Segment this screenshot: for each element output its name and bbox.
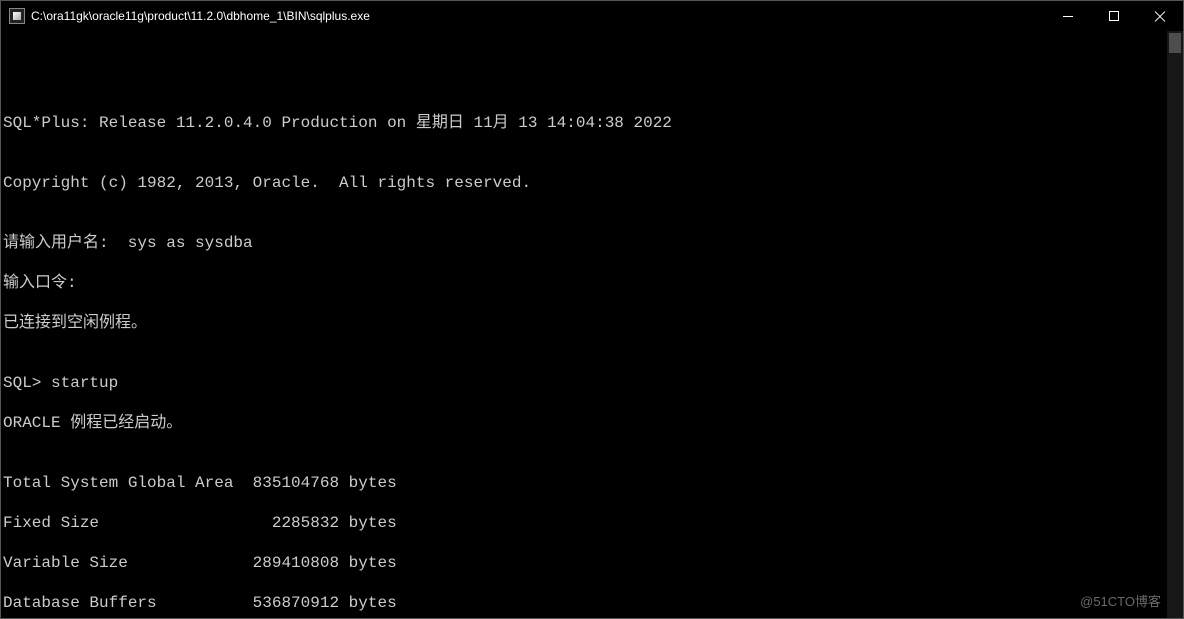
- maximize-icon: [1109, 11, 1119, 21]
- close-button[interactable]: [1137, 1, 1183, 31]
- maximize-button[interactable]: [1091, 1, 1137, 31]
- terminal-body[interactable]: SQL*Plus: Release 11.2.0.4.0 Production …: [1, 31, 1183, 618]
- titlebar-buttons: [1045, 1, 1183, 31]
- terminal-content: SQL*Plus: Release 11.2.0.4.0 Production …: [1, 73, 1183, 618]
- window-titlebar: C:\ora11gk\oracle11g\product\11.2.0\dbho…: [1, 1, 1183, 31]
- minimize-button[interactable]: [1045, 1, 1091, 31]
- close-icon: [1154, 10, 1166, 22]
- terminal-line: Variable Size 289410808 bytes: [3, 553, 1183, 573]
- window-title: C:\ora11gk\oracle11g\product\11.2.0\dbho…: [31, 9, 370, 23]
- terminal-line: Total System Global Area 835104768 bytes: [3, 473, 1183, 493]
- terminal-line: 请输入用户名: sys as sysdba: [3, 233, 1183, 253]
- minimize-icon: [1063, 16, 1073, 17]
- terminal-line: SQL*Plus: Release 11.2.0.4.0 Production …: [3, 113, 1183, 133]
- terminal-line: Database Buffers 536870912 bytes: [3, 593, 1183, 613]
- terminal-line: Copyright (c) 1982, 2013, Oracle. All ri…: [3, 173, 1183, 193]
- scrollbar-track[interactable]: [1167, 31, 1183, 618]
- titlebar-left: C:\ora11gk\oracle11g\product\11.2.0\dbho…: [1, 8, 370, 24]
- terminal-line: 输入口令:: [3, 273, 1183, 293]
- terminal-line: ORACLE 例程已经启动。: [3, 413, 1183, 433]
- scrollbar-thumb[interactable]: [1169, 33, 1181, 53]
- terminal-line: Fixed Size 2285832 bytes: [3, 513, 1183, 533]
- watermark: @51CTO博客: [1080, 594, 1161, 610]
- app-icon: [9, 8, 25, 24]
- terminal-line: 已连接到空闲例程。: [3, 313, 1183, 333]
- terminal-line: SQL> startup: [3, 373, 1183, 393]
